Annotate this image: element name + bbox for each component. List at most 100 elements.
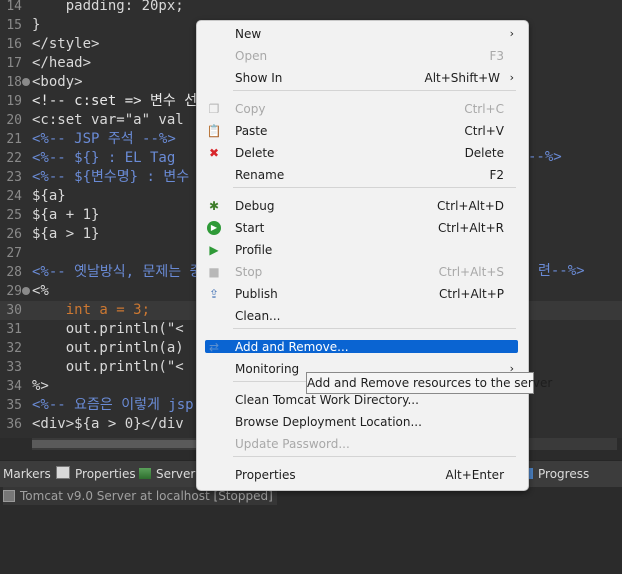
code-text: }	[32, 17, 41, 33]
menu-separator	[233, 328, 516, 329]
code-text: <%-- 요즘은 이렇게 jsp	[32, 397, 194, 413]
code-text: <%-- ${변수명} : 변수	[32, 169, 190, 185]
menu-item-label: Stop	[235, 265, 263, 279]
server-entry-label: Tomcat v9.0 Server at localhost [Stopped…	[20, 489, 273, 503]
menu-item-new[interactable]: New ›	[197, 24, 528, 44]
code-text: ${a}	[32, 188, 66, 204]
line-number: 36	[6, 417, 22, 432]
code-text: int a = 3;	[32, 302, 151, 318]
menu-item-label: Delete	[235, 146, 275, 160]
tab-progress[interactable]: Progress	[521, 461, 589, 487]
code-text-fragment: 련--%>	[538, 263, 585, 279]
menu-item-clean[interactable]: Clean...	[197, 306, 528, 326]
tab-markers[interactable]: Markers	[3, 461, 51, 487]
submenu-arrow-icon: ›	[509, 27, 514, 40]
server-icon	[3, 490, 15, 502]
menu-item-label: Open	[235, 49, 268, 63]
menu-item-label: Browse Deployment Location...	[235, 415, 422, 429]
menu-item-shortcut: F2	[489, 168, 504, 182]
menu-item-add-and-remove[interactable]: ⇄ Add and Remove...	[197, 337, 528, 357]
context-menu: New › Open F3 Show In Alt+Shift+W › ❐ Copy Ctrl+C…	[196, 20, 529, 491]
menu-item-debug[interactable]: ✱ Debug Ctrl+Alt+D	[197, 196, 528, 216]
code-text: <%-- JSP 주석 --%>	[32, 131, 176, 147]
menu-item-shortcut: F3	[489, 49, 504, 63]
menu-item-show-in[interactable]: Show In Alt+Shift+W ›	[197, 68, 528, 88]
delete-icon: ✖	[208, 146, 220, 160]
profile-icon: ▶	[209, 243, 219, 257]
fold-toggle-icon[interactable]	[22, 287, 30, 295]
menu-item-shortcut: Ctrl+Alt+D	[437, 199, 504, 213]
menu-item-shortcut: Ctrl+Alt+S	[438, 265, 504, 279]
menu-item-properties[interactable]: Properties Alt+Enter	[197, 465, 528, 485]
tab-markers-label: Markers	[3, 467, 51, 481]
code-text: <c:set var="a" val	[32, 112, 184, 128]
code-text: out.println("<	[32, 321, 184, 337]
menu-item-label: Debug	[235, 199, 275, 213]
tab-properties[interactable]: Properties	[56, 461, 136, 487]
menu-separator	[233, 456, 516, 457]
menu-item-shortcut: Ctrl+Alt+R	[437, 221, 504, 235]
tab-servers[interactable]: Servers	[139, 461, 202, 487]
code-text: ${a + 1}	[32, 207, 100, 223]
add-remove-icon: ⇄	[208, 340, 220, 354]
line-number: 32	[6, 341, 22, 356]
publish-icon: ⇪	[208, 287, 220, 301]
code-text: out.println("<	[32, 359, 184, 375]
code-text: ${a > 1}	[32, 226, 100, 242]
menu-item-label: Update Password...	[235, 437, 350, 451]
menu-item-paste[interactable]: 📋 Paste Ctrl+V	[197, 121, 528, 141]
menu-item-browse-deployment-location[interactable]: Browse Deployment Location...	[197, 412, 528, 432]
line-number: 14	[6, 0, 22, 14]
line-number: 33	[6, 360, 22, 375]
menu-item-label: Profile	[235, 243, 273, 257]
line-number: 19	[6, 94, 22, 109]
menu-item-label: Monitoring	[235, 362, 300, 376]
code-text-fragment: --%>	[528, 149, 562, 165]
menu-item-label: Start	[235, 221, 265, 235]
line-number: 25	[6, 208, 22, 223]
code-text: <%	[32, 283, 49, 299]
line-number: 20	[6, 113, 22, 128]
line-number: 28	[6, 265, 22, 280]
tab-servers-label: Servers	[156, 467, 202, 481]
menu-separator	[233, 90, 516, 91]
menu-item-delete[interactable]: ✖ Delete Delete	[197, 143, 528, 163]
servers-icon	[139, 468, 151, 479]
code-text: <%-- 옛날방식, 문제는 중	[32, 264, 203, 280]
menu-item-publish[interactable]: ⇪ Publish Ctrl+Alt+P	[197, 284, 528, 304]
menu-item-label: Rename	[235, 168, 285, 182]
menu-item-shortcut: Alt+Enter	[445, 468, 504, 482]
start-icon: ▶	[207, 221, 221, 235]
debug-icon: ✱	[208, 199, 220, 213]
menu-item-profile[interactable]: ▶ Profile	[197, 240, 528, 260]
menu-item-shortcut: Alt+Shift+W	[424, 71, 501, 85]
menu-item-start[interactable]: ▶ Start Ctrl+Alt+R	[197, 218, 528, 238]
menu-item-rename[interactable]: Rename F2	[197, 165, 528, 185]
submenu-arrow-icon: ›	[509, 71, 514, 84]
tab-properties-label: Properties	[75, 467, 136, 481]
line-number: 15	[6, 18, 22, 33]
menu-item-copy: ❐ Copy Ctrl+C	[197, 99, 528, 119]
line-number: 18	[6, 75, 22, 90]
stop-icon: ■	[208, 265, 220, 279]
menu-separator	[233, 187, 516, 188]
tab-progress-label: Progress	[538, 467, 590, 481]
line-number: 34	[6, 379, 22, 394]
tooltip: Add and Remove resources to the server	[306, 372, 552, 394]
line-number: 22	[6, 151, 22, 166]
code-line: 14 padding: 20px;	[0, 0, 622, 16]
line-number: 29	[6, 284, 22, 299]
fold-toggle-icon[interactable]	[22, 78, 30, 86]
menu-item-shortcut: Ctrl+V	[464, 124, 504, 138]
menu-item-stop: ■ Stop Ctrl+Alt+S	[197, 262, 528, 282]
code-text: <div>${a > 0}</div	[32, 416, 184, 432]
code-text: </style>	[32, 36, 100, 52]
menu-item-label: New	[235, 27, 262, 41]
line-number: 16	[6, 37, 22, 52]
line-number: 27	[6, 246, 22, 261]
line-number: 31	[6, 322, 22, 337]
menu-item-label: Add and Remove...	[235, 340, 349, 354]
menu-item-shortcut: Ctrl+C	[464, 102, 504, 116]
code-text: <!-- c:set => 변수 선	[32, 93, 198, 109]
paste-icon: 📋	[206, 124, 222, 138]
